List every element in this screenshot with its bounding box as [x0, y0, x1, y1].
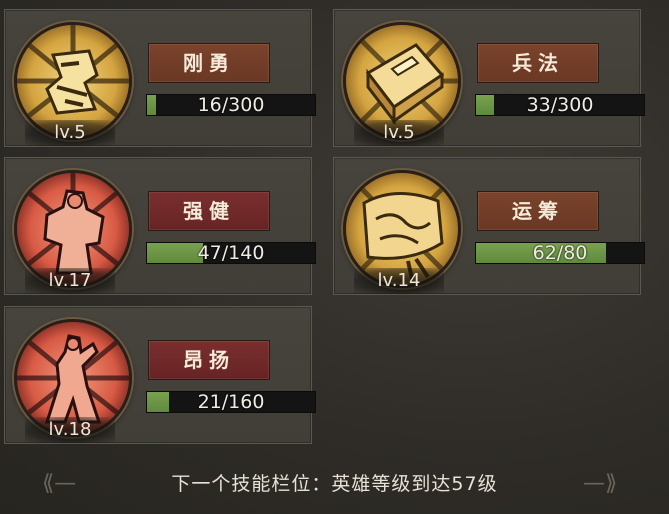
skill-name-label: 运筹 [477, 191, 599, 231]
skill-card-bingfa[interactable]: lv.5 兵法 33/300 [333, 9, 645, 147]
skill-card-yunchou[interactable]: lv.14 运筹 62/80 [333, 157, 645, 295]
skill-progress-text: 21/160 [197, 391, 265, 413]
skill-progress-bar: 16/300 [146, 94, 316, 116]
skill-progress-bar: 21/160 [146, 391, 316, 413]
skill-progress-bar: 47/140 [146, 242, 316, 264]
skill-progress-bar: 33/300 [475, 94, 645, 116]
skill-progress-text: 16/300 [197, 94, 265, 116]
next-slot-hint: 下一个技能栏位：英雄等级到达57级 [171, 473, 498, 495]
decor-arrow-right-icon: —⟫ [583, 471, 618, 496]
skill-progress-text: 62/80 [532, 242, 588, 264]
skill-level: lv.5 [25, 120, 115, 146]
skill-name-label: 兵法 [477, 43, 599, 83]
skill-card-gangyong[interactable]: lv.5 刚勇 16/300 [4, 9, 316, 147]
skill-progress-text: 47/140 [197, 242, 265, 264]
skill-progress-text: 33/300 [526, 94, 594, 116]
skill-progress-bar: 62/80 [475, 242, 645, 264]
skill-level: lv.14 [354, 268, 444, 294]
skill-name-label: 昂扬 [148, 340, 270, 380]
skill-name-label: 刚勇 [148, 43, 270, 83]
skill-card-angyang[interactable]: lv.18 昂扬 21/160 [4, 306, 316, 444]
skill-card-qiangjian[interactable]: lv.17 强健 47/140 [4, 157, 316, 295]
skill-level: lv.5 [354, 120, 444, 146]
skill-level: lv.18 [25, 417, 115, 443]
skill-name-label: 强健 [148, 191, 270, 231]
skill-level: lv.17 [25, 268, 115, 294]
